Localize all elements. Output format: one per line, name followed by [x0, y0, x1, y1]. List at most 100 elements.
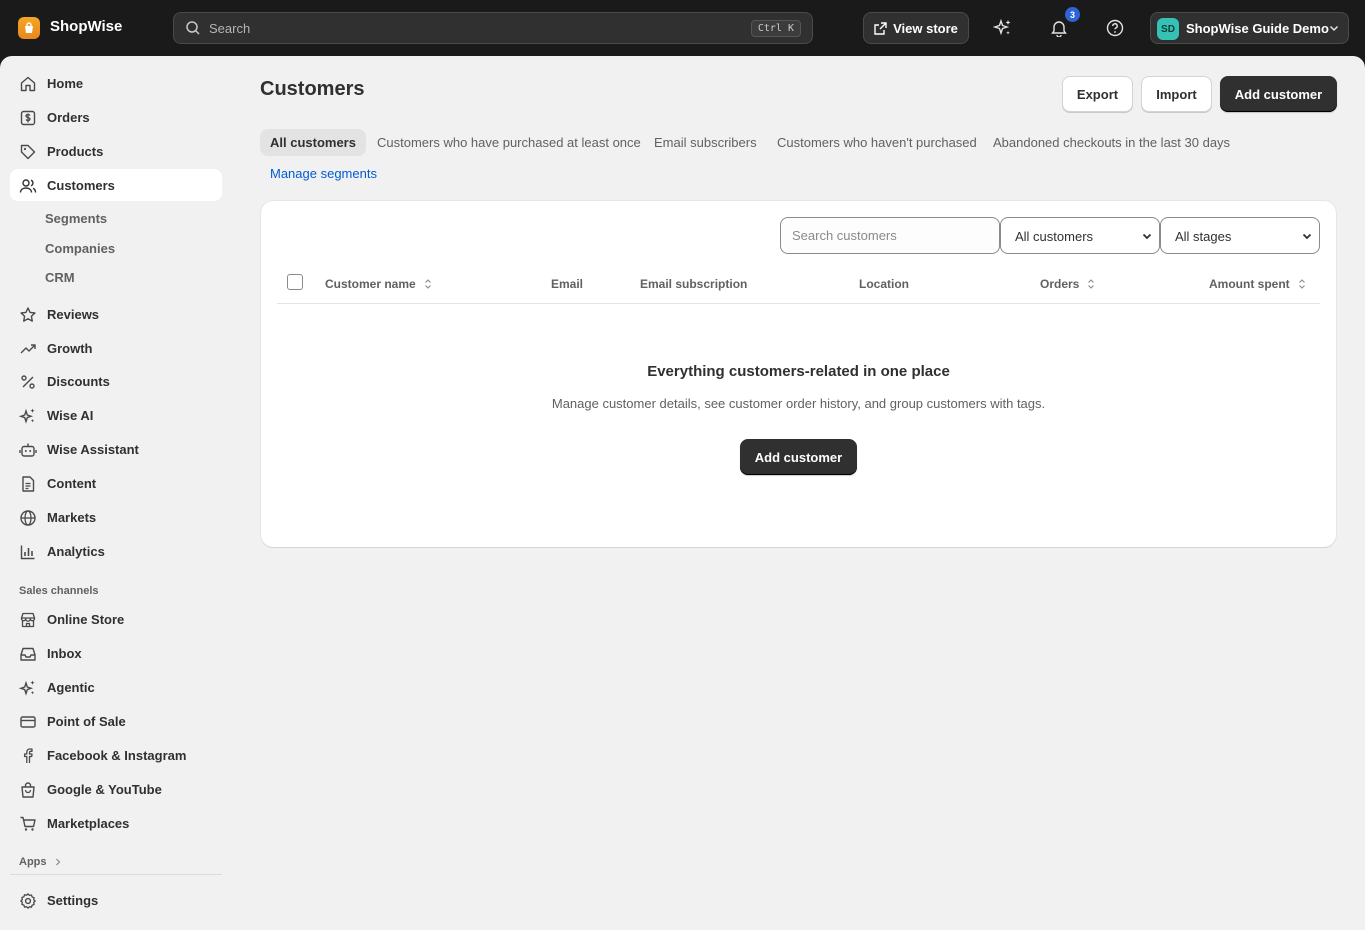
- sidebar-item-content[interactable]: Content: [10, 467, 222, 499]
- robot-icon: [19, 443, 37, 457]
- search-customers-placeholder: Search customers: [792, 228, 897, 243]
- column-header-amount-spent[interactable]: Amount spent: [1209, 277, 1306, 291]
- manage-segments-link[interactable]: Manage segments: [270, 166, 377, 181]
- sparkle-button[interactable]: [991, 16, 1015, 40]
- sidebar-divider: [10, 874, 222, 875]
- sidebar-item-label: Reviews: [47, 307, 100, 322]
- cart-icon: [20, 816, 36, 831]
- tab-purchased-once[interactable]: Customers who have purchased at least on…: [367, 129, 651, 156]
- sidebar-item-google-youtube[interactable]: Google & YouTube: [10, 773, 222, 805]
- sidebar-subitem-segments[interactable]: Segments: [45, 211, 107, 226]
- card-icon: [20, 716, 36, 728]
- sidebar-item-marketplaces[interactable]: Marketplaces: [10, 807, 222, 839]
- shopwise-logo-icon[interactable]: [18, 17, 40, 39]
- search-customers-input[interactable]: Search customers: [780, 217, 1000, 254]
- bar-chart-icon: [20, 545, 35, 560]
- sidebar-item-label: Wise Assistant: [47, 442, 139, 457]
- sidebar-item-label: Settings: [47, 893, 99, 908]
- chevron-down-icon: [1302, 233, 1312, 240]
- bag-icon: [21, 782, 35, 798]
- sidebar-item-growth[interactable]: Growth: [10, 332, 222, 364]
- sidebar-item-orders[interactable]: Orders: [10, 101, 222, 133]
- sidebar-item-label: Analytics: [47, 544, 105, 559]
- sidebar-item-markets[interactable]: Markets: [10, 501, 222, 533]
- tab-email-subscribers[interactable]: Email subscribers: [644, 129, 767, 156]
- sidebar-item-online-store[interactable]: Online Store: [10, 603, 222, 635]
- sidebar-item-label: Home: [47, 76, 84, 91]
- search-placeholder: Search: [209, 21, 251, 36]
- sidebar-item-wise-ai[interactable]: Wise AI: [10, 399, 222, 431]
- sidebar-item-label: Products: [47, 144, 104, 159]
- orders-icon: [20, 110, 36, 126]
- sidebar-item-settings[interactable]: Settings: [10, 884, 222, 916]
- customer-filter-select[interactable]: All customers: [1000, 217, 1160, 254]
- sidebar-subitem-companies[interactable]: Companies: [45, 241, 115, 256]
- sidebar-item-customers[interactable]: Customers: [10, 169, 222, 201]
- tab-all-customers[interactable]: All customers: [260, 129, 366, 156]
- table-header-divider: [277, 303, 1320, 304]
- column-label: Amount spent: [1209, 277, 1290, 291]
- customers-card: Search customers All customers All stage…: [261, 201, 1336, 547]
- sidebar-item-label: Point of Sale: [47, 714, 126, 729]
- percent-icon: [21, 375, 35, 389]
- sidebar-item-agentic[interactable]: Agentic: [10, 671, 222, 703]
- apps-heading[interactable]: Apps: [19, 856, 62, 868]
- sidebar-item-point-of-sale[interactable]: Point of Sale: [10, 705, 222, 737]
- sidebar-item-home[interactable]: Home: [10, 67, 222, 99]
- view-store-button[interactable]: View store: [863, 12, 969, 44]
- sidebar-subitem-crm[interactable]: CRM: [45, 270, 75, 285]
- import-button[interactable]: Import: [1141, 76, 1212, 112]
- sidebar-item-inbox[interactable]: Inbox: [10, 637, 222, 669]
- sidebar-item-label: Wise AI: [47, 408, 94, 423]
- empty-state-add-customer-button[interactable]: Add customer: [740, 439, 857, 475]
- sidebar-item-label: Inbox: [47, 646, 82, 661]
- brand-name[interactable]: ShopWise: [50, 18, 122, 35]
- column-label: Email subscription: [640, 277, 748, 291]
- sidebar-item-facebook-instagram[interactable]: Facebook & Instagram: [10, 739, 222, 771]
- sales-channels-heading[interactable]: Sales channels: [19, 585, 99, 597]
- sidebar-item-label: Growth: [47, 341, 93, 356]
- facebook-icon: [23, 748, 33, 763]
- chevron-down-icon: [1328, 22, 1340, 37]
- sidebar-item-label: Google & YouTube: [47, 782, 162, 797]
- gear-icon: [20, 893, 36, 909]
- globe-icon: [20, 510, 36, 526]
- sidebar-item-wise-assistant[interactable]: Wise Assistant: [10, 433, 222, 465]
- app-frame: Home Orders Products Customers Segments …: [0, 56, 1365, 930]
- sidebar-item-label: Orders: [47, 110, 90, 125]
- sidebar-item-label: Facebook & Instagram: [47, 748, 187, 763]
- help-button[interactable]: [1103, 16, 1127, 40]
- help-icon: [1106, 19, 1124, 37]
- search-shortcut: Ctrl K: [750, 20, 801, 37]
- tab-not-purchased[interactable]: Customers who haven't purchased: [767, 129, 987, 156]
- sidebar-item-label: Content: [47, 476, 97, 491]
- add-customer-button[interactable]: Add customer: [1220, 76, 1337, 112]
- bell-icon: [1051, 21, 1067, 37]
- sidebar-item-label: Markets: [47, 510, 97, 525]
- store-icon: [20, 612, 36, 628]
- sparkle-icon: [19, 680, 35, 696]
- export-button[interactable]: Export: [1062, 76, 1133, 112]
- page-title: Customers: [260, 78, 365, 100]
- inbox-icon: [20, 647, 36, 661]
- sidebar-item-products[interactable]: Products: [10, 135, 222, 167]
- sparkle-icon: [19, 408, 35, 424]
- apps-label: Apps: [19, 856, 47, 868]
- column-header-customer-name[interactable]: Customer name: [325, 277, 432, 291]
- sidebar-item-analytics[interactable]: Analytics: [10, 535, 222, 567]
- sidebar-item-reviews[interactable]: Reviews: [10, 298, 222, 330]
- select-all-checkbox[interactable]: [287, 274, 303, 290]
- column-header-email: Email: [551, 277, 583, 291]
- sort-icon: [424, 279, 431, 289]
- chevron-right-icon: [55, 858, 60, 866]
- global-search-input[interactable]: Search Ctrl K: [173, 12, 813, 44]
- sidebar-item-discounts[interactable]: Discounts: [10, 365, 222, 397]
- stage-filter-select[interactable]: All stages: [1160, 217, 1320, 254]
- account-menu-button[interactable]: SD ShopWise Guide Demo: [1150, 12, 1349, 44]
- sidebar-item-label: Discounts: [47, 374, 110, 389]
- document-icon: [22, 476, 35, 492]
- tab-abandoned-checkouts[interactable]: Abandoned checkouts in the last 30 days: [983, 129, 1240, 156]
- column-label: Email: [551, 277, 584, 291]
- trending-icon: [20, 344, 36, 354]
- column-header-orders[interactable]: Orders: [1040, 277, 1095, 291]
